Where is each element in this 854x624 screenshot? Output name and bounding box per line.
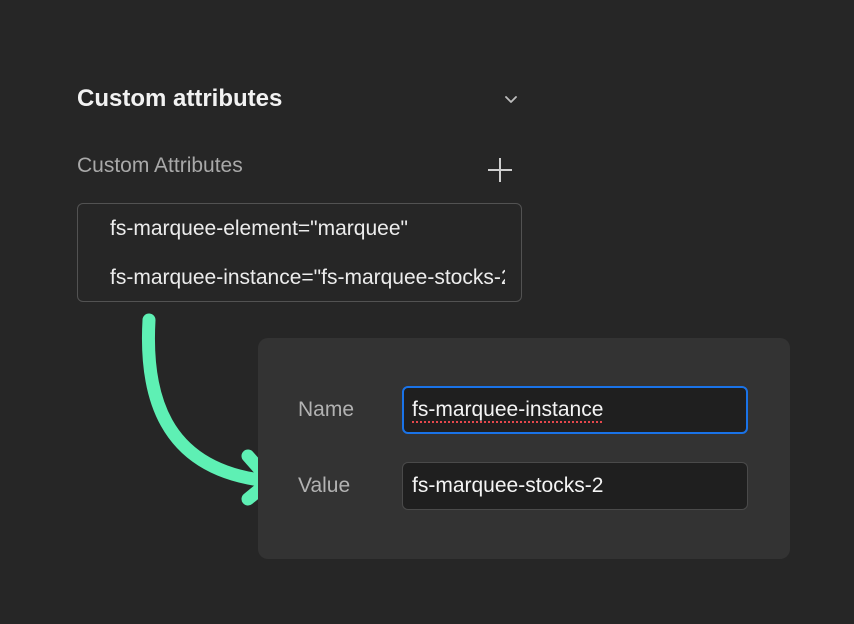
custom-attributes-panel: Custom attributes Custom Attributes fs-m…: [0, 0, 854, 624]
attribute-list: fs-marquee-element="marquee" fs-marquee-…: [77, 203, 522, 302]
value-input-text: fs-marquee-stocks-2: [412, 474, 604, 497]
name-label: Name: [298, 398, 355, 421]
value-input[interactable]: fs-marquee-stocks-2: [402, 462, 748, 510]
name-input-text: fs-marquee-instance: [412, 398, 604, 421]
value-label: Value: [298, 474, 351, 497]
custom-attributes-label: Custom Attributes: [77, 154, 243, 177]
section-header[interactable]: Custom attributes: [77, 80, 523, 118]
attribute-item[interactable]: fs-marquee-instance="fs-marquee-stocks-2…: [110, 263, 505, 293]
attribute-item[interactable]: fs-marquee-element="marquee": [110, 214, 505, 244]
attribute-editor: Name fs-marquee-instance Value fs-marque…: [258, 338, 790, 559]
section-title: Custom attributes: [77, 85, 283, 112]
name-input[interactable]: fs-marquee-instance: [402, 386, 748, 434]
chevron-down-icon[interactable]: [499, 87, 523, 111]
plus-icon[interactable]: [484, 154, 516, 186]
